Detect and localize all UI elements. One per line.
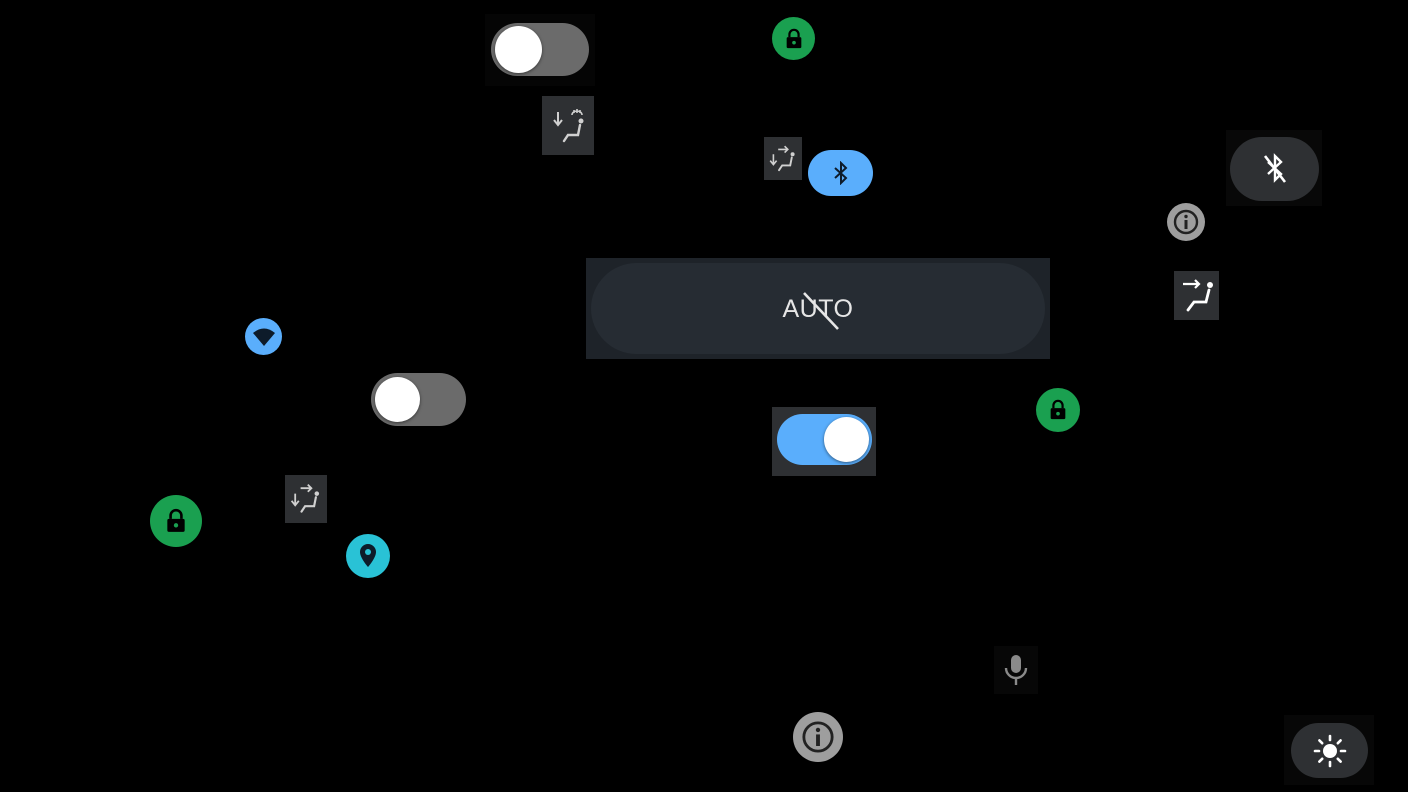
seat-airflow-icon <box>290 483 320 513</box>
top-toggle-container <box>485 14 595 86</box>
toggle-switch-off[interactable] <box>491 23 589 76</box>
seat-defrost-button[interactable] <box>542 96 594 155</box>
bluetooth-disabled-container <box>1226 130 1322 206</box>
seat-airflow-button-left[interactable] <box>285 475 327 523</box>
brightness-icon <box>1313 734 1346 767</box>
microphone-button[interactable] <box>994 646 1038 694</box>
location-pin-icon[interactable] <box>346 534 390 578</box>
auto-button[interactable]: AUTO <box>591 263 1045 354</box>
auto-panel: AUTO <box>586 258 1050 359</box>
bluetooth-button[interactable] <box>808 150 873 196</box>
seat-airflow-icon <box>769 145 795 171</box>
info-icon-2[interactable] <box>793 712 843 762</box>
wifi-icon[interactable] <box>245 318 282 355</box>
seat-airflow-button-right[interactable] <box>1174 271 1219 320</box>
toggle-knob <box>375 377 420 422</box>
center-toggle-container <box>772 407 876 476</box>
toggle-switch-off-2[interactable] <box>371 373 466 426</box>
microphone-icon <box>1004 655 1028 685</box>
lock-icon-2[interactable] <box>1036 388 1080 432</box>
toggle-knob <box>495 26 542 73</box>
brightness-container <box>1284 715 1374 785</box>
seat-airflow-button[interactable] <box>764 137 802 180</box>
toggle-switch-on[interactable] <box>777 414 872 465</box>
lock-icon-3[interactable] <box>150 495 202 547</box>
seat-airflow-icon <box>1182 278 1213 311</box>
bluetooth-icon <box>833 161 847 185</box>
seat-defrost-icon <box>553 108 584 142</box>
toggle-knob <box>824 417 869 462</box>
auto-disabled-slash <box>803 292 839 330</box>
bluetooth-disabled-icon <box>1263 153 1286 183</box>
bluetooth-disabled-button[interactable] <box>1230 137 1319 201</box>
brightness-button[interactable] <box>1291 723 1368 778</box>
lock-icon[interactable] <box>772 17 815 60</box>
info-icon[interactable] <box>1167 203 1205 241</box>
